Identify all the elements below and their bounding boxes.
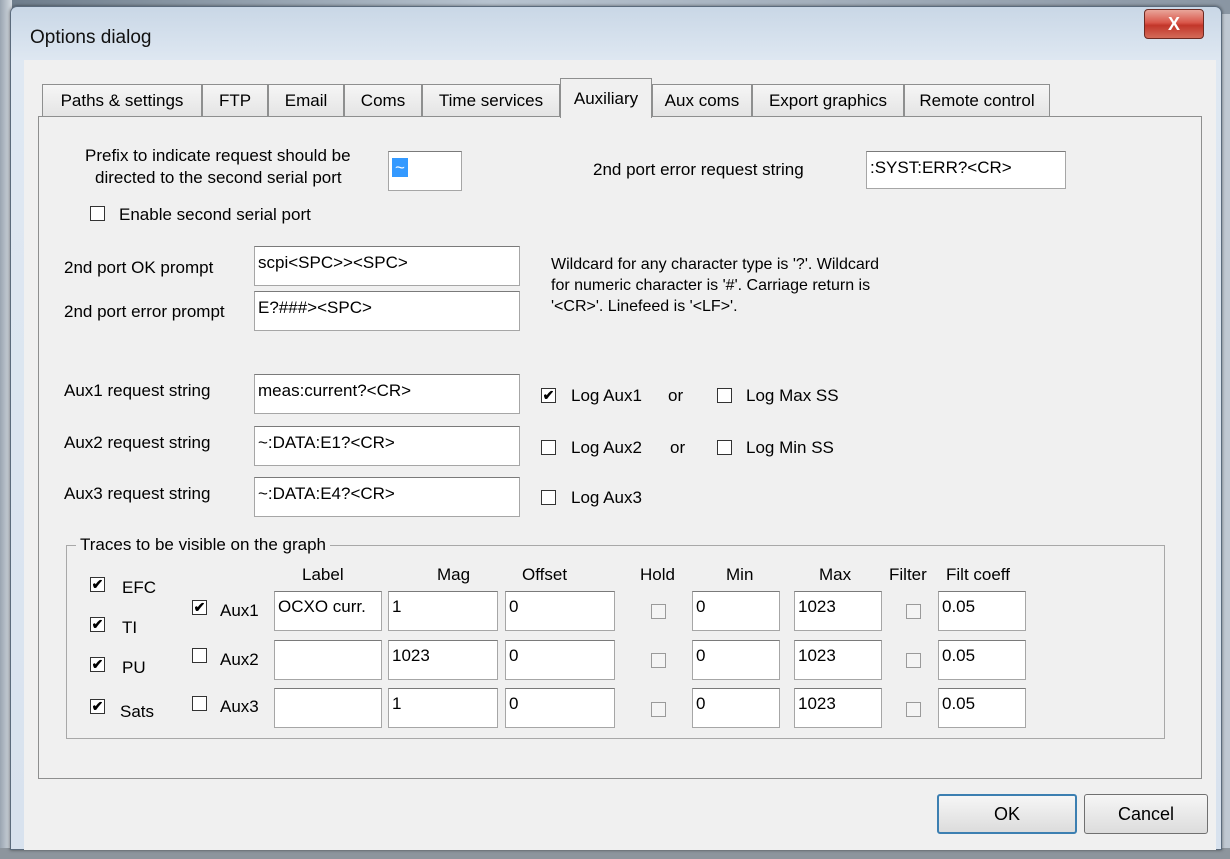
log-aux2-label: Log Aux2 — [571, 438, 642, 457]
enable-second-port-label: Enable second serial port — [119, 205, 311, 224]
aux3-trace-label: Aux3 — [220, 697, 259, 716]
tab-export-graphics[interactable]: Export graphics — [752, 84, 904, 116]
or-label-2: or — [670, 438, 686, 457]
aux1-min-input[interactable]: 0 — [692, 591, 780, 631]
or-label-1: or — [668, 386, 684, 405]
aux2-hold-checkbox[interactable] — [651, 653, 666, 668]
efc-checkbox[interactable]: ✔ — [90, 577, 105, 592]
wildcard-help-line1: Wildcard for any character type is '?'. … — [551, 256, 879, 273]
efc-label: EFC — [122, 578, 156, 597]
tab-email[interactable]: Email — [268, 84, 344, 116]
prefix-label-line1: Prefix to indicate request should be — [85, 146, 351, 165]
aux2-max-input[interactable]: 1023 — [794, 640, 882, 680]
aux2-filter-checkbox[interactable] — [906, 653, 921, 668]
log-min-ss-checkbox[interactable] — [717, 440, 732, 455]
header-filter: Filter — [889, 565, 927, 584]
prefix-label-line2: directed to the second serial port — [95, 168, 342, 187]
aux3-offset-input[interactable]: 0 — [505, 688, 615, 728]
tab-auxiliary[interactable]: Auxiliary — [560, 78, 652, 118]
log-max-ss-checkbox[interactable] — [717, 388, 732, 403]
aux1-request-input[interactable]: meas:current?<CR> — [254, 374, 520, 414]
log-aux3-checkbox[interactable] — [541, 490, 556, 505]
log-min-ss-label: Log Min SS — [746, 438, 834, 457]
cancel-button[interactable]: Cancel — [1084, 794, 1208, 834]
header-mag: Mag — [437, 565, 471, 584]
aux1-max-input[interactable]: 1023 — [794, 591, 882, 631]
aux2-label-input[interactable] — [274, 640, 382, 680]
wildcard-help-line2: for numeric character is '#'. Carriage r… — [551, 277, 871, 294]
pu-label: PU — [122, 658, 146, 677]
ok-button[interactable]: OK — [937, 794, 1077, 834]
header-filt-coeff: Filt coeff — [946, 565, 1010, 584]
aux1-coeff-input[interactable]: 0.05 — [938, 591, 1026, 631]
wildcard-help-line3: '<CR>'. Linefeed is '<LF>'. — [551, 298, 738, 315]
aux1-trace-checkbox[interactable]: ✔ — [192, 600, 207, 615]
aux2-mag-input[interactable]: 1023 — [388, 640, 498, 680]
ok-prompt-label: 2nd port OK prompt — [64, 258, 214, 277]
aux2-request-label: Aux2 request string — [64, 433, 211, 452]
tab-remote-control[interactable]: Remote control — [904, 84, 1050, 116]
log-aux3-label: Log Aux3 — [571, 488, 642, 507]
log-aux1-label: Log Aux1 — [571, 386, 642, 405]
aux1-hold-checkbox[interactable] — [651, 604, 666, 619]
tab-ftp[interactable]: FTP — [202, 84, 268, 116]
error-request-input[interactable]: :SYST:ERR?<CR> — [866, 151, 1066, 189]
pu-checkbox[interactable]: ✔ — [90, 657, 105, 672]
aux2-trace-label: Aux2 — [220, 650, 259, 669]
aux2-offset-input[interactable]: 0 — [505, 640, 615, 680]
enable-second-port-checkbox[interactable] — [90, 206, 105, 221]
aux2-request-input[interactable]: ~:DATA:E1?<CR> — [254, 426, 520, 466]
header-min: Min — [726, 565, 754, 584]
aux3-hold-checkbox[interactable] — [651, 702, 666, 717]
aux3-min-input[interactable]: 0 — [692, 688, 780, 728]
log-aux1-checkbox[interactable]: ✔ — [541, 388, 556, 403]
traces-groupbox-title: Traces to be visible on the graph — [76, 535, 331, 555]
log-max-ss-label: Log Max SS — [746, 386, 839, 405]
tab-coms[interactable]: Coms — [344, 84, 422, 116]
aux2-coeff-input[interactable]: 0.05 — [938, 640, 1026, 680]
sats-checkbox[interactable]: ✔ — [90, 699, 105, 714]
error-prompt-label: 2nd port error prompt — [64, 302, 225, 321]
window-title: Options dialog — [30, 27, 152, 48]
aux1-offset-input[interactable]: 0 — [505, 591, 615, 631]
ok-prompt-input[interactable]: scpi<SPC>><SPC> — [254, 246, 520, 286]
aux2-trace-checkbox[interactable] — [192, 648, 207, 663]
log-aux2-checkbox[interactable] — [541, 440, 556, 455]
tab-time-services[interactable]: Time services — [422, 84, 560, 116]
prefix-input[interactable]: ~ — [388, 151, 462, 191]
aux3-label-input[interactable] — [274, 688, 382, 728]
tab-paths-settings[interactable]: Paths & settings — [42, 84, 202, 116]
ti-label: TI — [122, 618, 138, 637]
ti-checkbox[interactable]: ✔ — [90, 617, 105, 632]
prefix-value: ~ — [392, 158, 408, 177]
aux1-filter-checkbox[interactable] — [906, 604, 921, 619]
error-prompt-input[interactable]: E?###><SPC> — [254, 291, 520, 331]
aux3-request-label: Aux3 request string — [64, 484, 211, 503]
aux2-min-input[interactable]: 0 — [692, 640, 780, 680]
header-offset: Offset — [522, 565, 568, 584]
aux3-max-input[interactable]: 1023 — [794, 688, 882, 728]
error-request-label: 2nd port error request string — [593, 160, 804, 179]
header-hold: Hold — [640, 565, 675, 584]
aux3-request-input[interactable]: ~:DATA:E4?<CR> — [254, 477, 520, 517]
header-label: Label — [302, 565, 344, 584]
header-max: Max — [819, 565, 852, 584]
aux1-label-input[interactable]: OCXO curr. — [274, 591, 382, 631]
aux1-request-label: Aux1 request string — [64, 381, 211, 400]
sats-label: Sats — [120, 702, 155, 721]
aux3-trace-checkbox[interactable] — [192, 696, 207, 711]
aux1-mag-input[interactable]: 1 — [388, 591, 498, 631]
aux3-coeff-input[interactable]: 0.05 — [938, 688, 1026, 728]
tab-aux-coms[interactable]: Aux coms — [652, 84, 752, 116]
aux1-trace-label: Aux1 — [220, 601, 259, 620]
close-button[interactable]: X — [1144, 9, 1204, 39]
aux3-filter-checkbox[interactable] — [906, 702, 921, 717]
aux3-mag-input[interactable]: 1 — [388, 688, 498, 728]
